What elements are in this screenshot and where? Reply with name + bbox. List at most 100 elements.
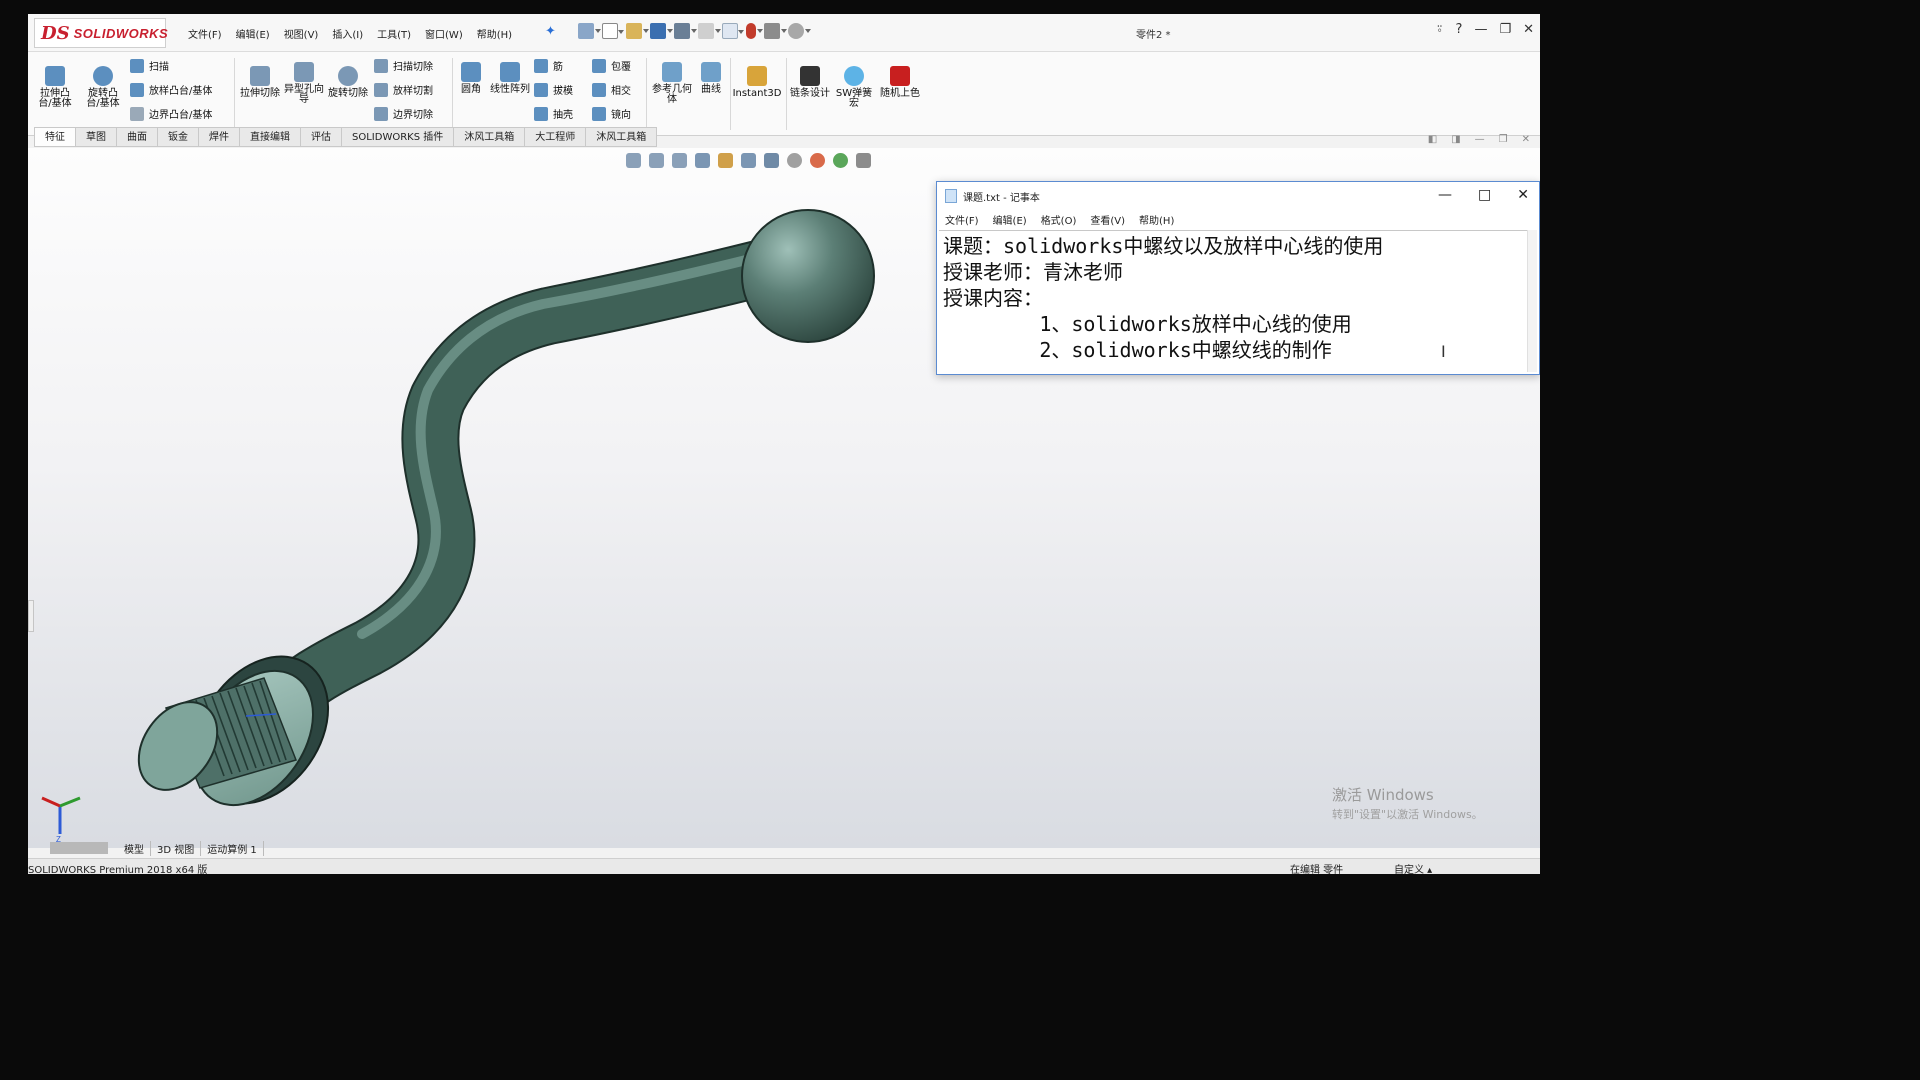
chain-design-button[interactable]: 链条设计 (790, 66, 830, 99)
tab-scroll-arrows[interactable] (50, 842, 108, 854)
menu-file[interactable]: 文件(F) (188, 26, 222, 41)
tab-features[interactable]: 特征 (34, 127, 76, 147)
extrude-boss-button[interactable]: 拉伸凸台/基体 (34, 66, 76, 109)
linear-pattern-button[interactable]: 线性阵列 (490, 62, 530, 95)
menu-insert[interactable]: 插入(I) (332, 26, 363, 41)
solidworks-logo[interactable]: DS SOLIDWORKS (34, 18, 168, 48)
notepad-menu-format[interactable]: 格式(O) (1041, 212, 1077, 227)
notepad-menu-view[interactable]: 查看(V) (1090, 212, 1125, 227)
curves-button[interactable]: 曲线 (696, 62, 726, 95)
rib-icon (534, 58, 548, 73)
file-properties-icon[interactable] (764, 23, 787, 39)
sweep-button[interactable]: 扫描 (130, 58, 169, 73)
notepad-file-icon (945, 189, 957, 203)
rebuild-icon[interactable] (746, 23, 763, 39)
help-icon[interactable]: ? (1456, 22, 1463, 37)
save-icon[interactable] (650, 23, 673, 39)
text-line: 授课内容： (943, 286, 1043, 310)
menu-edit[interactable]: 编辑(E) (236, 26, 270, 41)
extrude-cut-button[interactable]: 拉伸切除 (240, 66, 280, 99)
panel-restore-icon[interactable]: ❐ (1499, 134, 1508, 145)
boundary-boss-icon (130, 106, 144, 121)
units-label: 自定义 (1394, 865, 1424, 874)
reference-geometry-button[interactable]: 参考几何体 (650, 62, 694, 105)
boundary-cut-button[interactable]: 边界切除 (374, 106, 433, 121)
revolve-boss-button[interactable]: 旋转凸台/基体 (82, 66, 124, 109)
menu-help[interactable]: 帮助(H) (477, 26, 512, 41)
tab-direct-editing[interactable]: 直接编辑 (240, 127, 301, 147)
notepad-menu-help[interactable]: 帮助(H) (1139, 212, 1174, 227)
maximize-button[interactable]: ❐ (1499, 22, 1511, 37)
minimize-button[interactable]: — (1474, 22, 1487, 37)
menu-view[interactable]: 视图(V) (284, 26, 319, 41)
fillet-label: 圆角 (461, 84, 481, 95)
notepad-scrollbar[interactable] (1527, 230, 1537, 372)
instant3d-label: Instant3D (732, 88, 782, 99)
spring-macro-button[interactable]: SW弹簧宏 (834, 66, 874, 109)
hole-wizard-label: 异型孔向导 (284, 84, 324, 105)
tab-weldments[interactable]: 焊件 (199, 127, 240, 147)
undo-icon[interactable] (698, 23, 721, 39)
open-folder-icon[interactable] (626, 23, 649, 39)
panel-expand-icon[interactable]: ◧ (1428, 134, 1437, 145)
feature-manager-handle[interactable] (28, 600, 34, 632)
notepad-title-bar[interactable]: 课题.txt - 记事本 — □ ✕ (937, 182, 1539, 210)
linear-pattern-icon (500, 62, 520, 82)
product-version: SOLIDWORKS Premium 2018 x64 版 (28, 865, 208, 874)
new-document-icon[interactable] (602, 23, 624, 39)
intersect-button[interactable]: 相交 (592, 82, 631, 97)
home-icon[interactable] (578, 23, 601, 39)
panel-minimize-icon[interactable]: — (1475, 134, 1485, 145)
boundary-boss-button[interactable]: 边界凸台/基体 (130, 106, 212, 121)
notepad-close-button[interactable]: ✕ (1517, 187, 1529, 203)
tab-surfaces[interactable]: 曲面 (117, 127, 158, 147)
notepad-menu-edit[interactable]: 编辑(E) (993, 212, 1027, 227)
shell-button[interactable]: 抽壳 (534, 106, 573, 121)
panel-close-icon[interactable]: ✕ (1522, 134, 1530, 145)
random-color-label: 随机上色 (880, 88, 920, 99)
ball-end (741, 209, 875, 343)
pin-menu-icon[interactable]: ✦ (545, 24, 556, 39)
tab-solidworks-addins[interactable]: SOLIDWORKS 插件 (342, 127, 455, 147)
activation-watermark-title: 激活 Windows (1332, 786, 1434, 804)
rib-button[interactable]: 筋 (534, 58, 563, 73)
instant3d-button[interactable]: Instant3D (732, 66, 782, 99)
menu-window[interactable]: 窗口(W) (425, 26, 463, 41)
wrap-button[interactable]: 包覆 (592, 58, 631, 73)
tab-model[interactable]: 模型 (118, 840, 151, 856)
notepad-minimize-button[interactable]: — (1438, 187, 1452, 203)
notepad-menu-file[interactable]: 文件(F) (945, 212, 979, 227)
select-arrow-icon[interactable] (722, 23, 744, 39)
mirror-button[interactable]: 镜向 (592, 106, 631, 121)
swept-cut-button[interactable]: 扫描切除 (374, 58, 433, 73)
units-selector[interactable]: 自定义 ▴ (1394, 861, 1432, 874)
tab-mufeng-toolbox-2[interactable]: 沐风工具箱 (586, 127, 658, 147)
tab-mufeng-toolbox[interactable]: 沐风工具箱 (454, 127, 526, 147)
tab-motion-study-1[interactable]: 运动算例 1 (201, 840, 264, 856)
panel-collapse-icon[interactable]: ◨ (1451, 134, 1460, 145)
loft-boss-button[interactable]: 放样凸台/基体 (130, 82, 212, 97)
random-color-button[interactable]: 随机上色 (880, 66, 920, 99)
fillet-button[interactable]: 圆角 (456, 62, 486, 95)
print-icon[interactable] (674, 23, 697, 39)
tab-evaluate[interactable]: 评估 (301, 127, 342, 147)
tab-big-engineer[interactable]: 大工程师 (525, 127, 587, 147)
revolve-cut-button[interactable]: 旋转切除 (328, 66, 368, 99)
hole-wizard-button[interactable]: 异型孔向导 (284, 62, 324, 105)
lofted-cut-button[interactable]: 放样切割 (374, 82, 433, 97)
notepad-maximize-button[interactable]: □ (1478, 187, 1491, 203)
options-gear-icon[interactable] (788, 23, 811, 39)
menu-tools[interactable]: 工具(T) (377, 26, 411, 41)
swept-cut-label: 扫描切除 (393, 62, 433, 73)
tab-3d-views[interactable]: 3D 视图 (151, 840, 202, 856)
close-button[interactable]: ✕ (1523, 22, 1534, 37)
tab-sheet-metal[interactable]: 钣金 (158, 127, 199, 147)
swept-cut-icon (374, 58, 388, 73)
menu-bar: 文件(F) 编辑(E) 视图(V) 插入(I) 工具(T) 窗口(W) 帮助(H… (188, 26, 512, 41)
draft-button[interactable]: 拔模 (534, 82, 573, 97)
user-icon[interactable]: ⍤ (1436, 22, 1444, 37)
revolve-boss-icon (93, 66, 113, 86)
text-cursor-icon: I (1441, 342, 1446, 361)
solidworks-window: DS SOLIDWORKS 文件(F) 编辑(E) 视图(V) 插入(I) 工具… (28, 14, 1540, 874)
tab-sketch[interactable]: 草图 (76, 127, 117, 147)
